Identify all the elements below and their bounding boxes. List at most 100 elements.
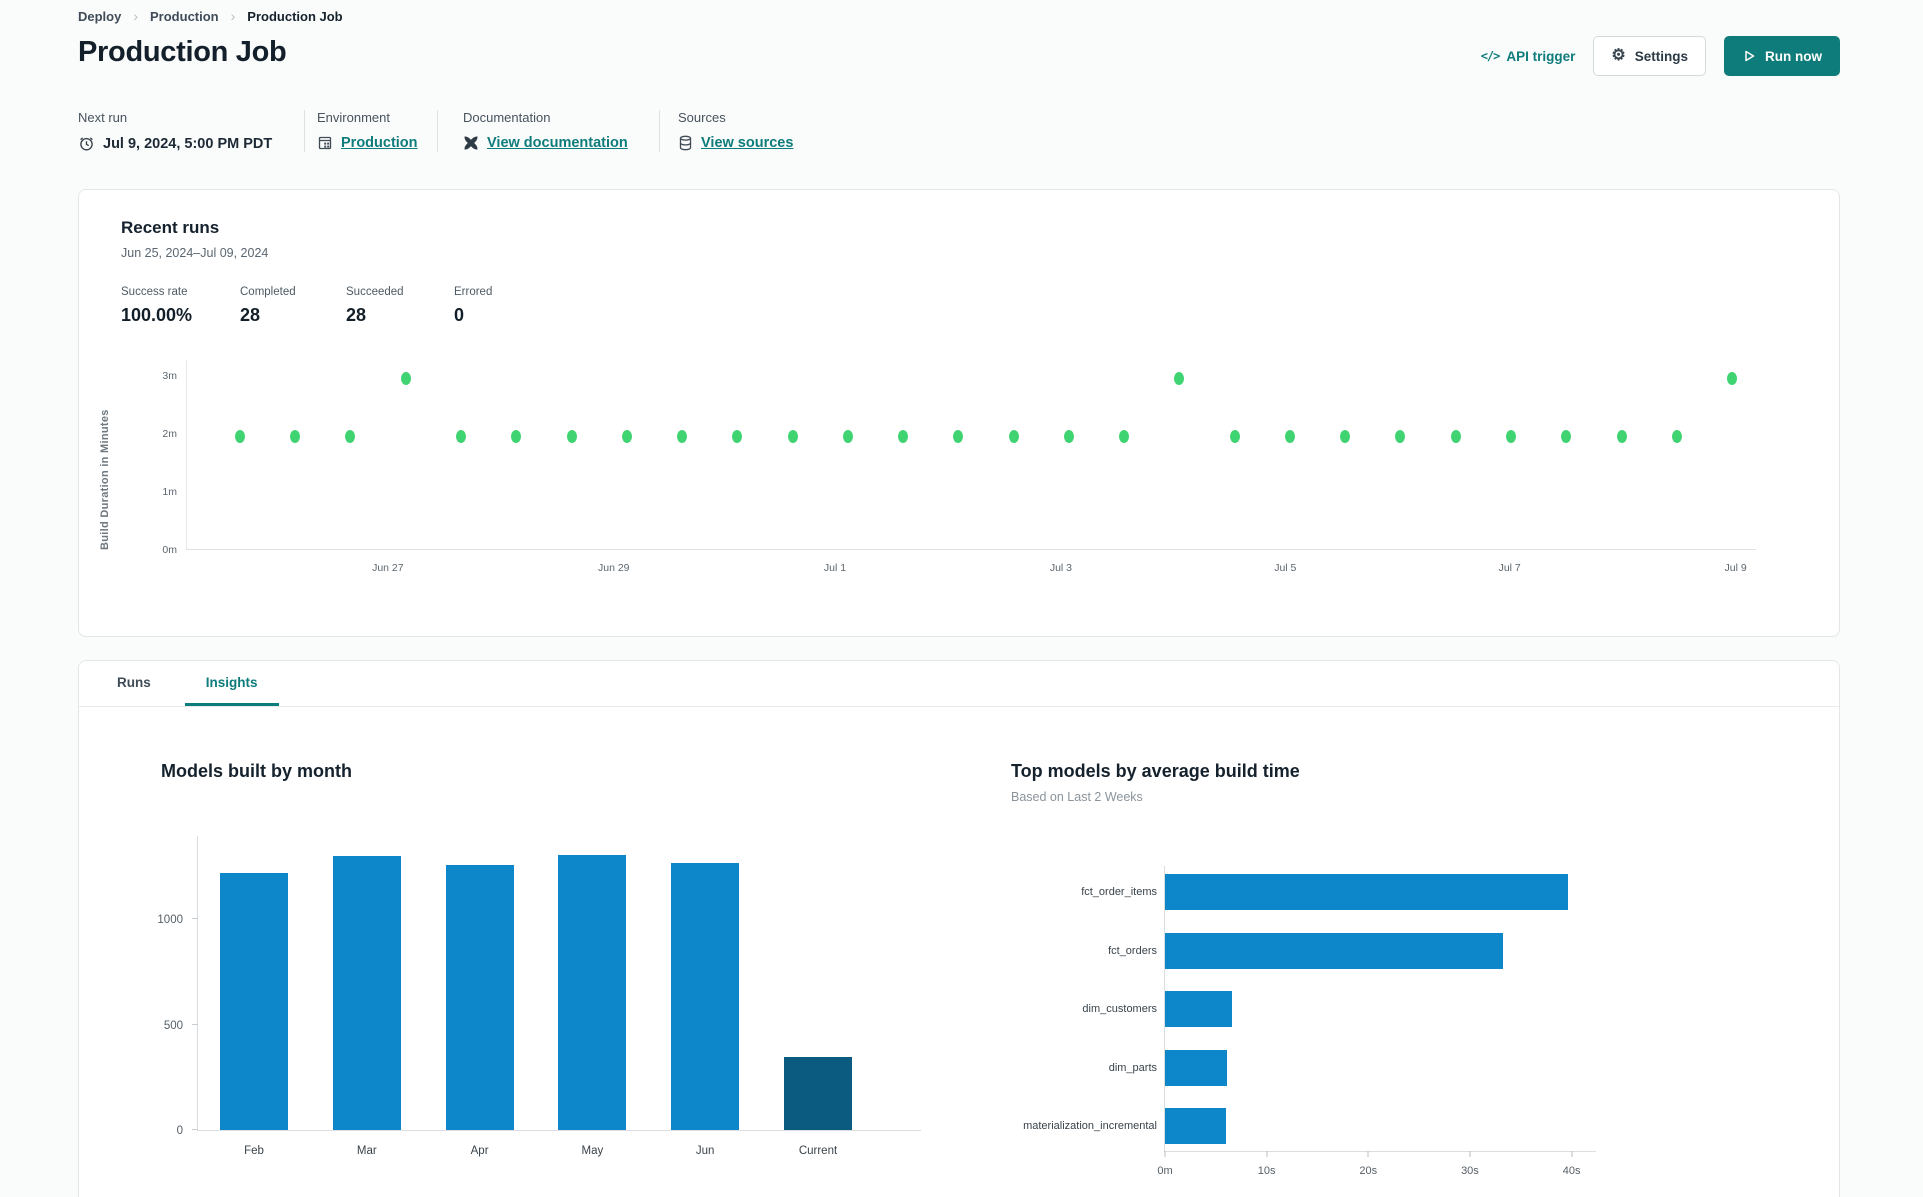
breadcrumb: Deploy › Production › Production Job — [78, 8, 343, 24]
settings-button[interactable]: ⚙ Settings — [1593, 36, 1706, 76]
run-dot[interactable] — [842, 429, 853, 443]
bar[interactable] — [784, 1057, 852, 1130]
run-dot[interactable] — [1063, 429, 1074, 443]
run-dot[interactable] — [1174, 371, 1185, 385]
x-category-label: May — [581, 1145, 604, 1157]
run-dot[interactable] — [1340, 429, 1351, 443]
page-title: Production Job — [78, 36, 287, 68]
run-dot[interactable] — [1505, 429, 1516, 443]
top-models-subtitle: Based on Last 2 Weeks — [1011, 790, 1143, 804]
y-axis-tick-label: 1000 — [157, 914, 183, 927]
bar[interactable] — [220, 872, 288, 1130]
x-axis-tick — [1571, 1151, 1573, 1157]
gear-icon: ⚙ — [1611, 47, 1626, 64]
database-icon — [678, 135, 693, 151]
view-sources-link[interactable]: View sources — [701, 135, 793, 151]
run-dot[interactable] — [1119, 429, 1130, 443]
stat-errored: Errored 0 — [454, 286, 492, 326]
run-dot[interactable] — [1008, 429, 1019, 443]
breadcrumb-production[interactable]: Production — [150, 9, 219, 24]
stat-label: Succeeded — [346, 286, 404, 298]
run-dot[interactable] — [235, 429, 246, 443]
x-axis-tick — [1367, 1151, 1369, 1157]
api-trigger-link[interactable]: </> API trigger — [1481, 49, 1576, 64]
header-actions: </> API trigger ⚙ Settings Run now — [1481, 36, 1840, 76]
run-dot[interactable] — [400, 371, 411, 385]
bar[interactable] — [558, 855, 627, 1130]
top-models-plot: 0m 10s 20s 30s 40s fct_order_items fct_orders d… — [1023, 866, 1596, 1177]
run-dot[interactable] — [898, 429, 909, 443]
tab-runs[interactable]: Runs — [96, 661, 172, 706]
stat-completed: Completed 28 — [240, 286, 346, 326]
breadcrumb-deploy[interactable]: Deploy — [78, 9, 121, 24]
run-dot[interactable] — [1450, 429, 1461, 443]
run-dot[interactable] — [1395, 429, 1406, 443]
bar[interactable] — [1165, 1049, 1227, 1086]
sources-label: Sources — [678, 110, 726, 125]
run-now-button[interactable]: Run now — [1724, 36, 1840, 76]
play-icon — [1745, 50, 1755, 62]
meta-next-run: Next run Jul 9, 2024, 5:00 PM PDT — [78, 110, 304, 152]
meta-sources: Sources View sources — [659, 110, 813, 152]
run-dot[interactable] — [621, 429, 632, 443]
y-category-label: dim_parts — [1108, 1061, 1157, 1074]
stat-value: 28 — [346, 305, 367, 325]
run-dot[interactable] — [732, 429, 743, 443]
y-axis-tick — [192, 918, 198, 920]
run-dot[interactable] — [511, 429, 522, 443]
x-axis-tick — [1164, 1151, 1166, 1157]
stat-value: 0 — [454, 305, 465, 325]
y-category-label: materialization_incremental — [1023, 1120, 1157, 1132]
settings-label: Settings — [1634, 48, 1688, 64]
recent-runs-card: Recent runs Jun 25, 2024–Jul 09, 2024 Su… — [78, 189, 1840, 637]
y-category-label: dim_customers — [1082, 1003, 1157, 1015]
bar[interactable] — [445, 864, 514, 1130]
build-duration-chart: Build Duration in Minutes 0m 1m 2m 3m Jun 27… — [99, 360, 1797, 595]
x-axis-tick — [1266, 1151, 1268, 1157]
x-axis-tick-label: Jun 27 — [372, 562, 404, 574]
chevron-right-icon: › — [133, 8, 139, 24]
y-axis-tick-label: 1m — [162, 486, 177, 499]
y-axis-tick-label: 500 — [163, 1019, 183, 1032]
bar[interactable] — [1165, 874, 1568, 910]
run-dot[interactable] — [566, 429, 577, 443]
run-dot[interactable] — [345, 429, 356, 443]
run-dot[interactable] — [1561, 429, 1572, 443]
run-dot[interactable] — [456, 429, 467, 443]
run-dot[interactable] — [677, 429, 688, 443]
run-dot[interactable] — [1726, 371, 1737, 385]
run-dot[interactable] — [1616, 429, 1627, 443]
x-axis-tick — [1469, 1151, 1471, 1157]
view-documentation-link[interactable]: View documentation — [487, 135, 628, 151]
stat-value: 28 — [240, 305, 261, 325]
bar[interactable] — [671, 863, 740, 1130]
run-now-label: Run now — [1765, 48, 1822, 64]
bar[interactable] — [332, 856, 401, 1130]
run-dot[interactable] — [1229, 429, 1240, 443]
bar[interactable] — [1165, 932, 1504, 969]
run-dot[interactable] — [1671, 429, 1682, 443]
run-dot[interactable] — [953, 429, 964, 443]
run-dot[interactable] — [787, 429, 798, 443]
models-by-month-title: Models built by month — [161, 761, 352, 781]
tab-insights[interactable]: Insights — [184, 661, 279, 706]
bar[interactable] — [1165, 1108, 1226, 1144]
x-axis-tick-label: Jul 3 — [1049, 562, 1073, 574]
meta-environment: Environment Production — [304, 110, 437, 152]
stat-succeeded: Succeeded 28 — [346, 286, 454, 326]
next-run-label: Next run — [78, 110, 128, 125]
run-dot[interactable] — [290, 429, 301, 443]
run-dot[interactable] — [1285, 429, 1295, 443]
models-by-month-chart: Models built by month 0 500 1000 Feb Mar Apr M… — [157, 761, 981, 1157]
y-category-label: fct_orders — [1108, 944, 1157, 957]
x-axis-tick-label: Jul 9 — [1724, 562, 1747, 574]
x-category-label: Current — [798, 1145, 838, 1157]
y-axis-tick-label: 0m — [162, 544, 177, 556]
environment-icon — [317, 135, 333, 151]
api-trigger-label: API trigger — [1506, 48, 1576, 64]
environment-link[interactable]: Production — [341, 135, 418, 151]
stat-label: Success rate — [121, 286, 188, 298]
y-axis-tick — [192, 1129, 198, 1130]
bar[interactable] — [1165, 991, 1233, 1027]
x-category-label: Apr — [470, 1145, 489, 1157]
